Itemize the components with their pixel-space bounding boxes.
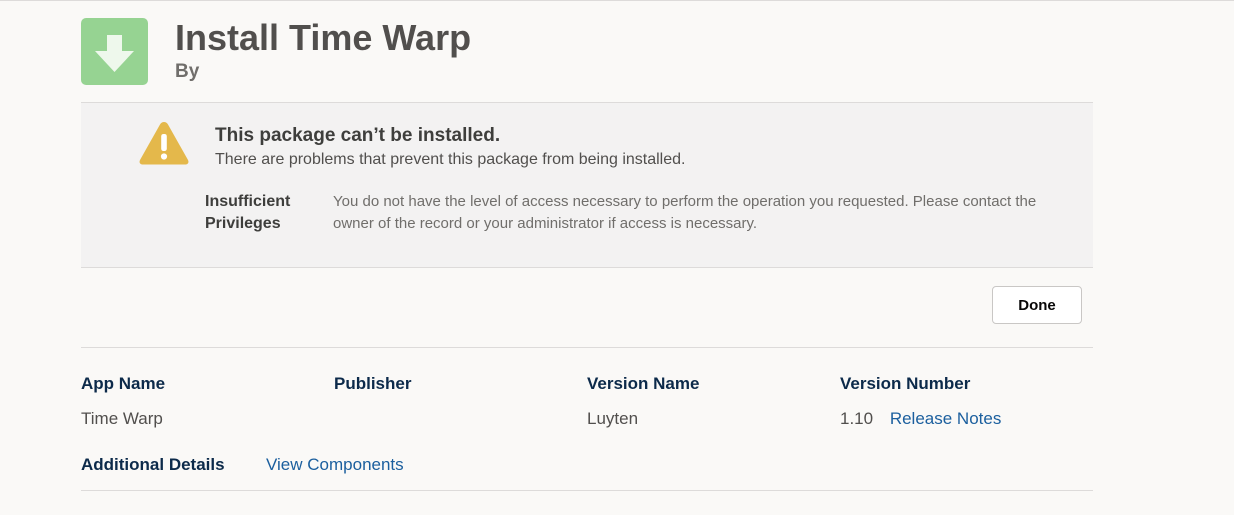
top-border (0, 0, 1234, 1)
done-button[interactable]: Done (992, 286, 1082, 324)
view-components-link[interactable]: View Components (266, 454, 404, 476)
error-type-label: Insufficient Privileges (205, 193, 291, 232)
version-name-label: Version Name (587, 374, 700, 393)
page-title: Install Time Warp (175, 17, 472, 58)
warning-icon (139, 122, 189, 165)
download-arrow-icon (81, 18, 148, 85)
publisher-byline: By (175, 61, 200, 82)
release-notes-link[interactable]: Release Notes (890, 409, 1002, 428)
error-message: You do not have the level of access nece… (333, 193, 1037, 232)
version-name-value: Luyten (587, 409, 639, 428)
publisher-label: Publisher (334, 374, 412, 393)
details-divider (81, 347, 1093, 348)
error-divider (81, 267, 1093, 268)
app-name-value: Time Warp (81, 409, 163, 428)
version-number-cell: 1.10 Release Notes (840, 408, 1001, 430)
version-number-value: 1.10 (840, 409, 874, 428)
error-subtitle: There are problems that prevent this pac… (215, 151, 686, 168)
install-error-panel: This package can’t be installed. There a… (81, 103, 1093, 267)
version-number-label: Version Number (840, 374, 971, 393)
footer-divider (81, 490, 1093, 491)
additional-details-label: Additional Details (81, 455, 225, 474)
app-name-label: App Name (81, 374, 166, 393)
error-title: This package can’t be installed. (215, 125, 501, 146)
